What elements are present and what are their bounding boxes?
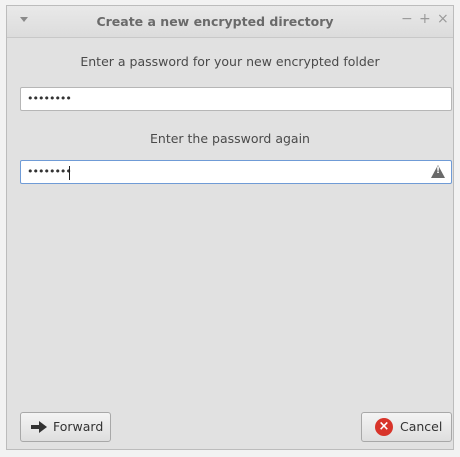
minimize-button[interactable]: − xyxy=(401,11,413,27)
cancel-button[interactable]: × Cancel xyxy=(361,412,452,442)
password-value: •••••••• xyxy=(27,92,72,105)
warning-icon[interactable] xyxy=(431,165,445,178)
close-button[interactable]: × xyxy=(437,11,449,27)
cancel-icon: × xyxy=(375,418,393,436)
chevron-down-icon[interactable] xyxy=(20,17,28,22)
forward-label: Forward xyxy=(53,419,104,434)
cancel-label: Cancel xyxy=(400,419,443,434)
confirm-password-value: •••••••• xyxy=(27,165,72,178)
text-cursor xyxy=(69,166,70,180)
password-prompt: Enter a password for your new encrypted … xyxy=(80,54,380,69)
password-field[interactable]: •••••••• xyxy=(20,87,452,111)
arrow-right-icon xyxy=(31,421,47,433)
window-title: Create a new encrypted directory xyxy=(96,14,334,29)
maximize-button[interactable]: + xyxy=(419,11,431,27)
forward-button[interactable]: Forward xyxy=(20,412,111,442)
confirm-password-prompt: Enter the password again xyxy=(150,131,310,146)
confirm-password-field[interactable]: •••••••• xyxy=(20,160,452,184)
dialog-window: Create a new encrypted directory − + × E… xyxy=(6,5,454,450)
title-bar: Create a new encrypted directory − + × xyxy=(7,6,453,38)
